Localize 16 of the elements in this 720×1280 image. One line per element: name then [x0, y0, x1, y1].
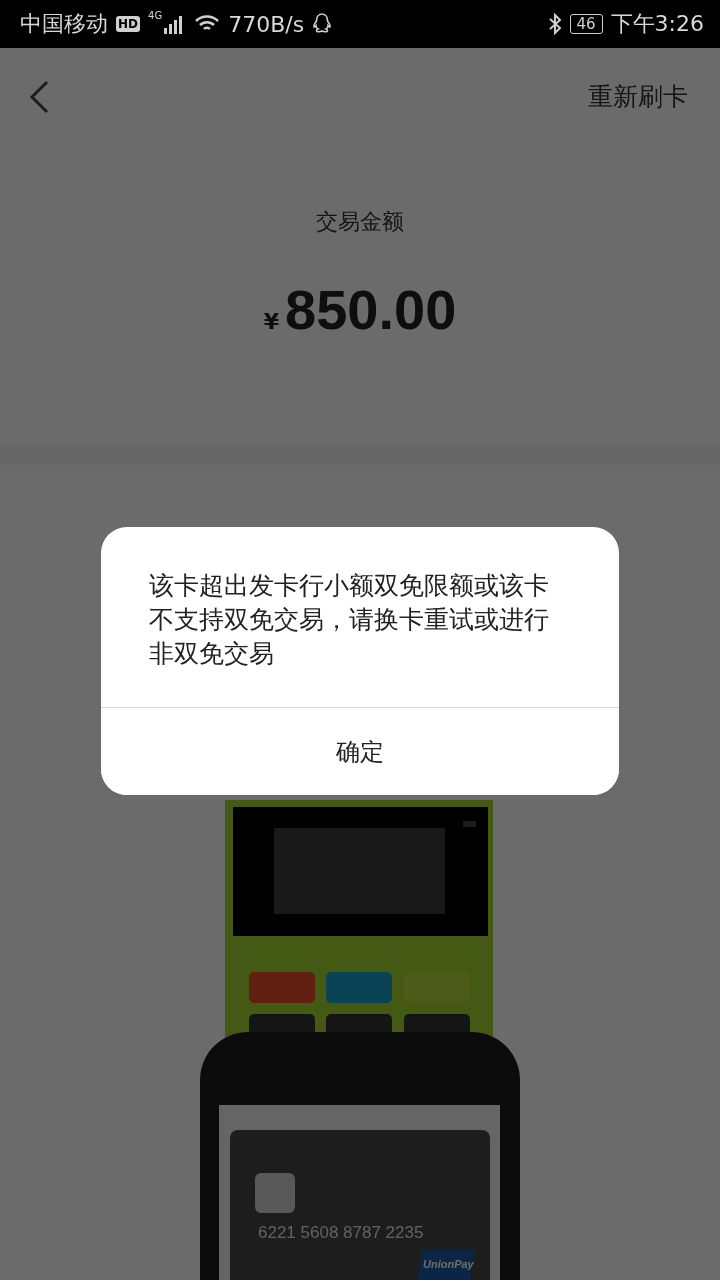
amount-value: 850.00: [285, 277, 457, 342]
back-icon[interactable]: [28, 79, 50, 114]
bluetooth-icon: [547, 13, 562, 35]
clock-time: 下午3:26: [610, 10, 704, 38]
amount-label: 交易金额: [316, 208, 404, 236]
currency-symbol: ¥: [263, 309, 279, 334]
card-logo: UnionPay: [418, 1250, 474, 1280]
hd-badge: HD: [116, 16, 140, 32]
card-number: 6221 5608 8787 2235: [258, 1223, 424, 1242]
battery-indicator: 46: [569, 14, 603, 34]
network-speed: 770B/s: [228, 11, 305, 37]
network-type: 4G: [148, 10, 163, 21]
penguin-icon: [312, 13, 333, 35]
carrier-name: 中国移动: [20, 10, 108, 38]
dialog-message: 该卡超出发卡行小额双免限额或该卡不支持双免交易，请换卡重试或进行非双免交易: [148, 570, 550, 670]
confirm-button[interactable]: 确定: [101, 707, 619, 795]
